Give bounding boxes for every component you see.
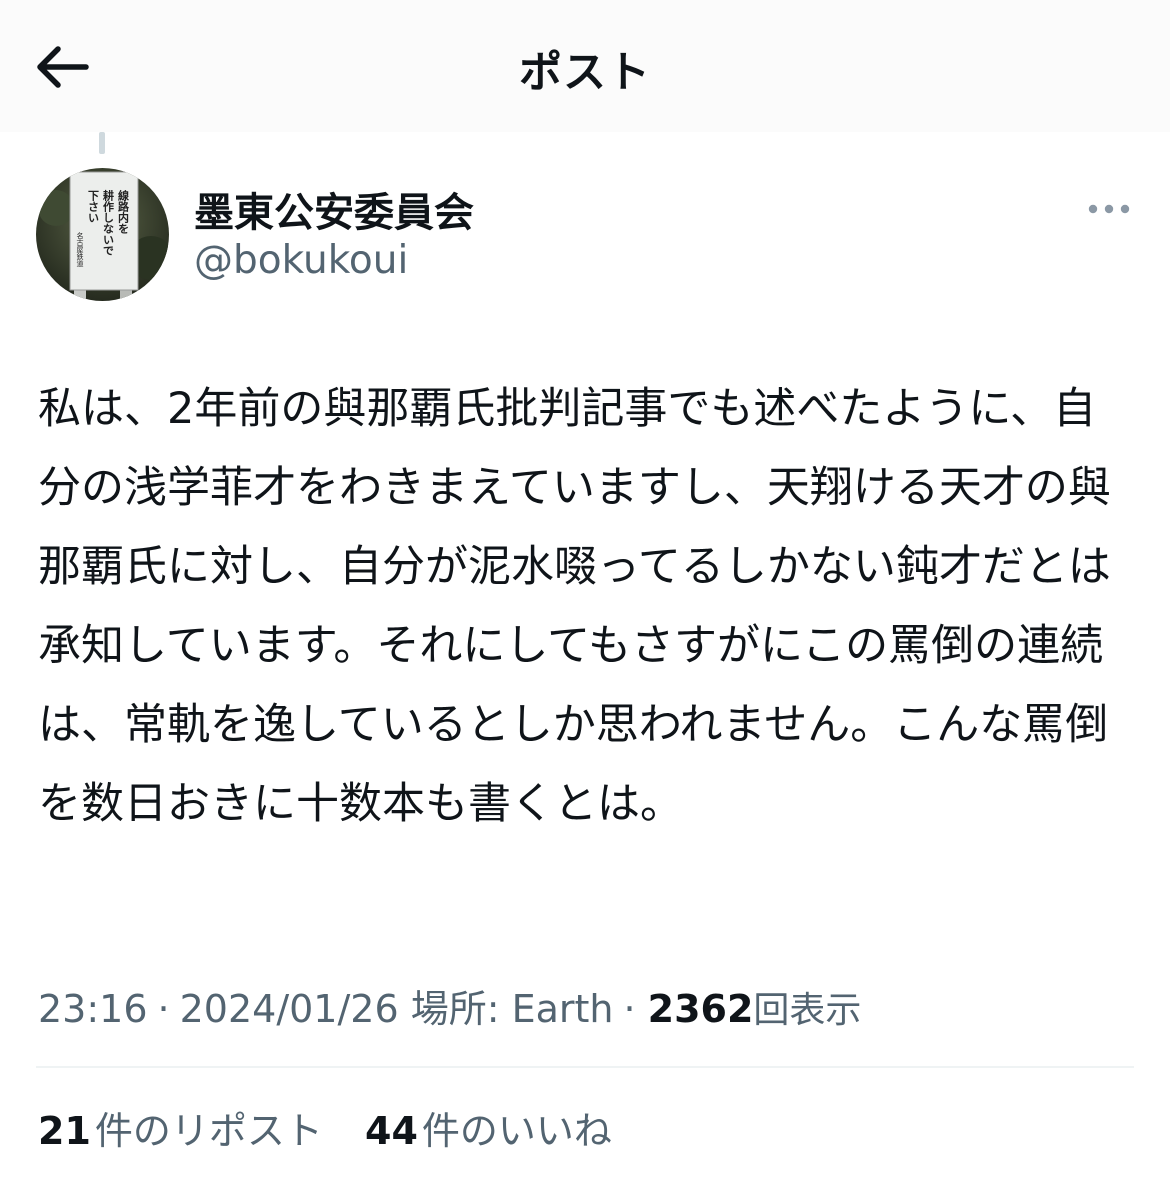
- top-app-bar: ポスト: [0, 0, 1170, 132]
- avatar-sign-line-2: 耕作しないで: [102, 189, 115, 256]
- avatar-sign-line-4: 名古屋鉄道: [76, 231, 84, 268]
- avatar[interactable]: 線路内を 耕作しないで 下さい 名古屋鉄道: [36, 168, 169, 301]
- meta-separator: ·: [623, 987, 636, 1031]
- divider: [36, 1066, 1134, 1068]
- likes-label: 件のいいね: [421, 1109, 612, 1153]
- author-handle[interactable]: @bokukoui: [194, 238, 408, 283]
- more-horizontal-icon: [1088, 204, 1130, 214]
- post-meta: 23:16 · 2024/01/26 場所: Earth · 2362回表示: [38, 978, 861, 1033]
- avatar-image: 線路内を 耕作しないで 下さい 名古屋鉄道: [36, 168, 169, 301]
- avatar-sign-line-3: 下さい: [87, 190, 100, 223]
- meta-separator: ·: [157, 987, 170, 1031]
- more-options-button[interactable]: [1080, 192, 1138, 226]
- author-display-name[interactable]: 墨東公安委員会: [194, 180, 474, 238]
- views-count: 2362: [647, 987, 754, 1031]
- reposts-count: 21: [38, 1109, 91, 1153]
- post-location: 場所: Earth: [410, 987, 614, 1031]
- reposts-stat[interactable]: 21 件のリポスト: [38, 1100, 323, 1155]
- page-title: ポスト: [519, 48, 651, 98]
- post-time[interactable]: 23:16: [38, 987, 148, 1031]
- views-label: 回表示: [753, 990, 862, 1031]
- likes-count: 44: [365, 1109, 418, 1153]
- likes-stat[interactable]: 44 件のいいね: [365, 1100, 612, 1155]
- thread-connector-line: [99, 132, 105, 154]
- post-text: 私は、2年前の與那覇氏批判記事でも述べたように、自分の浅学菲才をわきまえています…: [38, 384, 1111, 829]
- avatar-sign-line-1: 線路内を: [117, 189, 130, 235]
- reposts-label: 件のリポスト: [94, 1109, 323, 1153]
- post-date[interactable]: 2024/01/26: [180, 987, 399, 1031]
- post-stats: 21 件のリポスト 44 件のいいね: [38, 1100, 612, 1155]
